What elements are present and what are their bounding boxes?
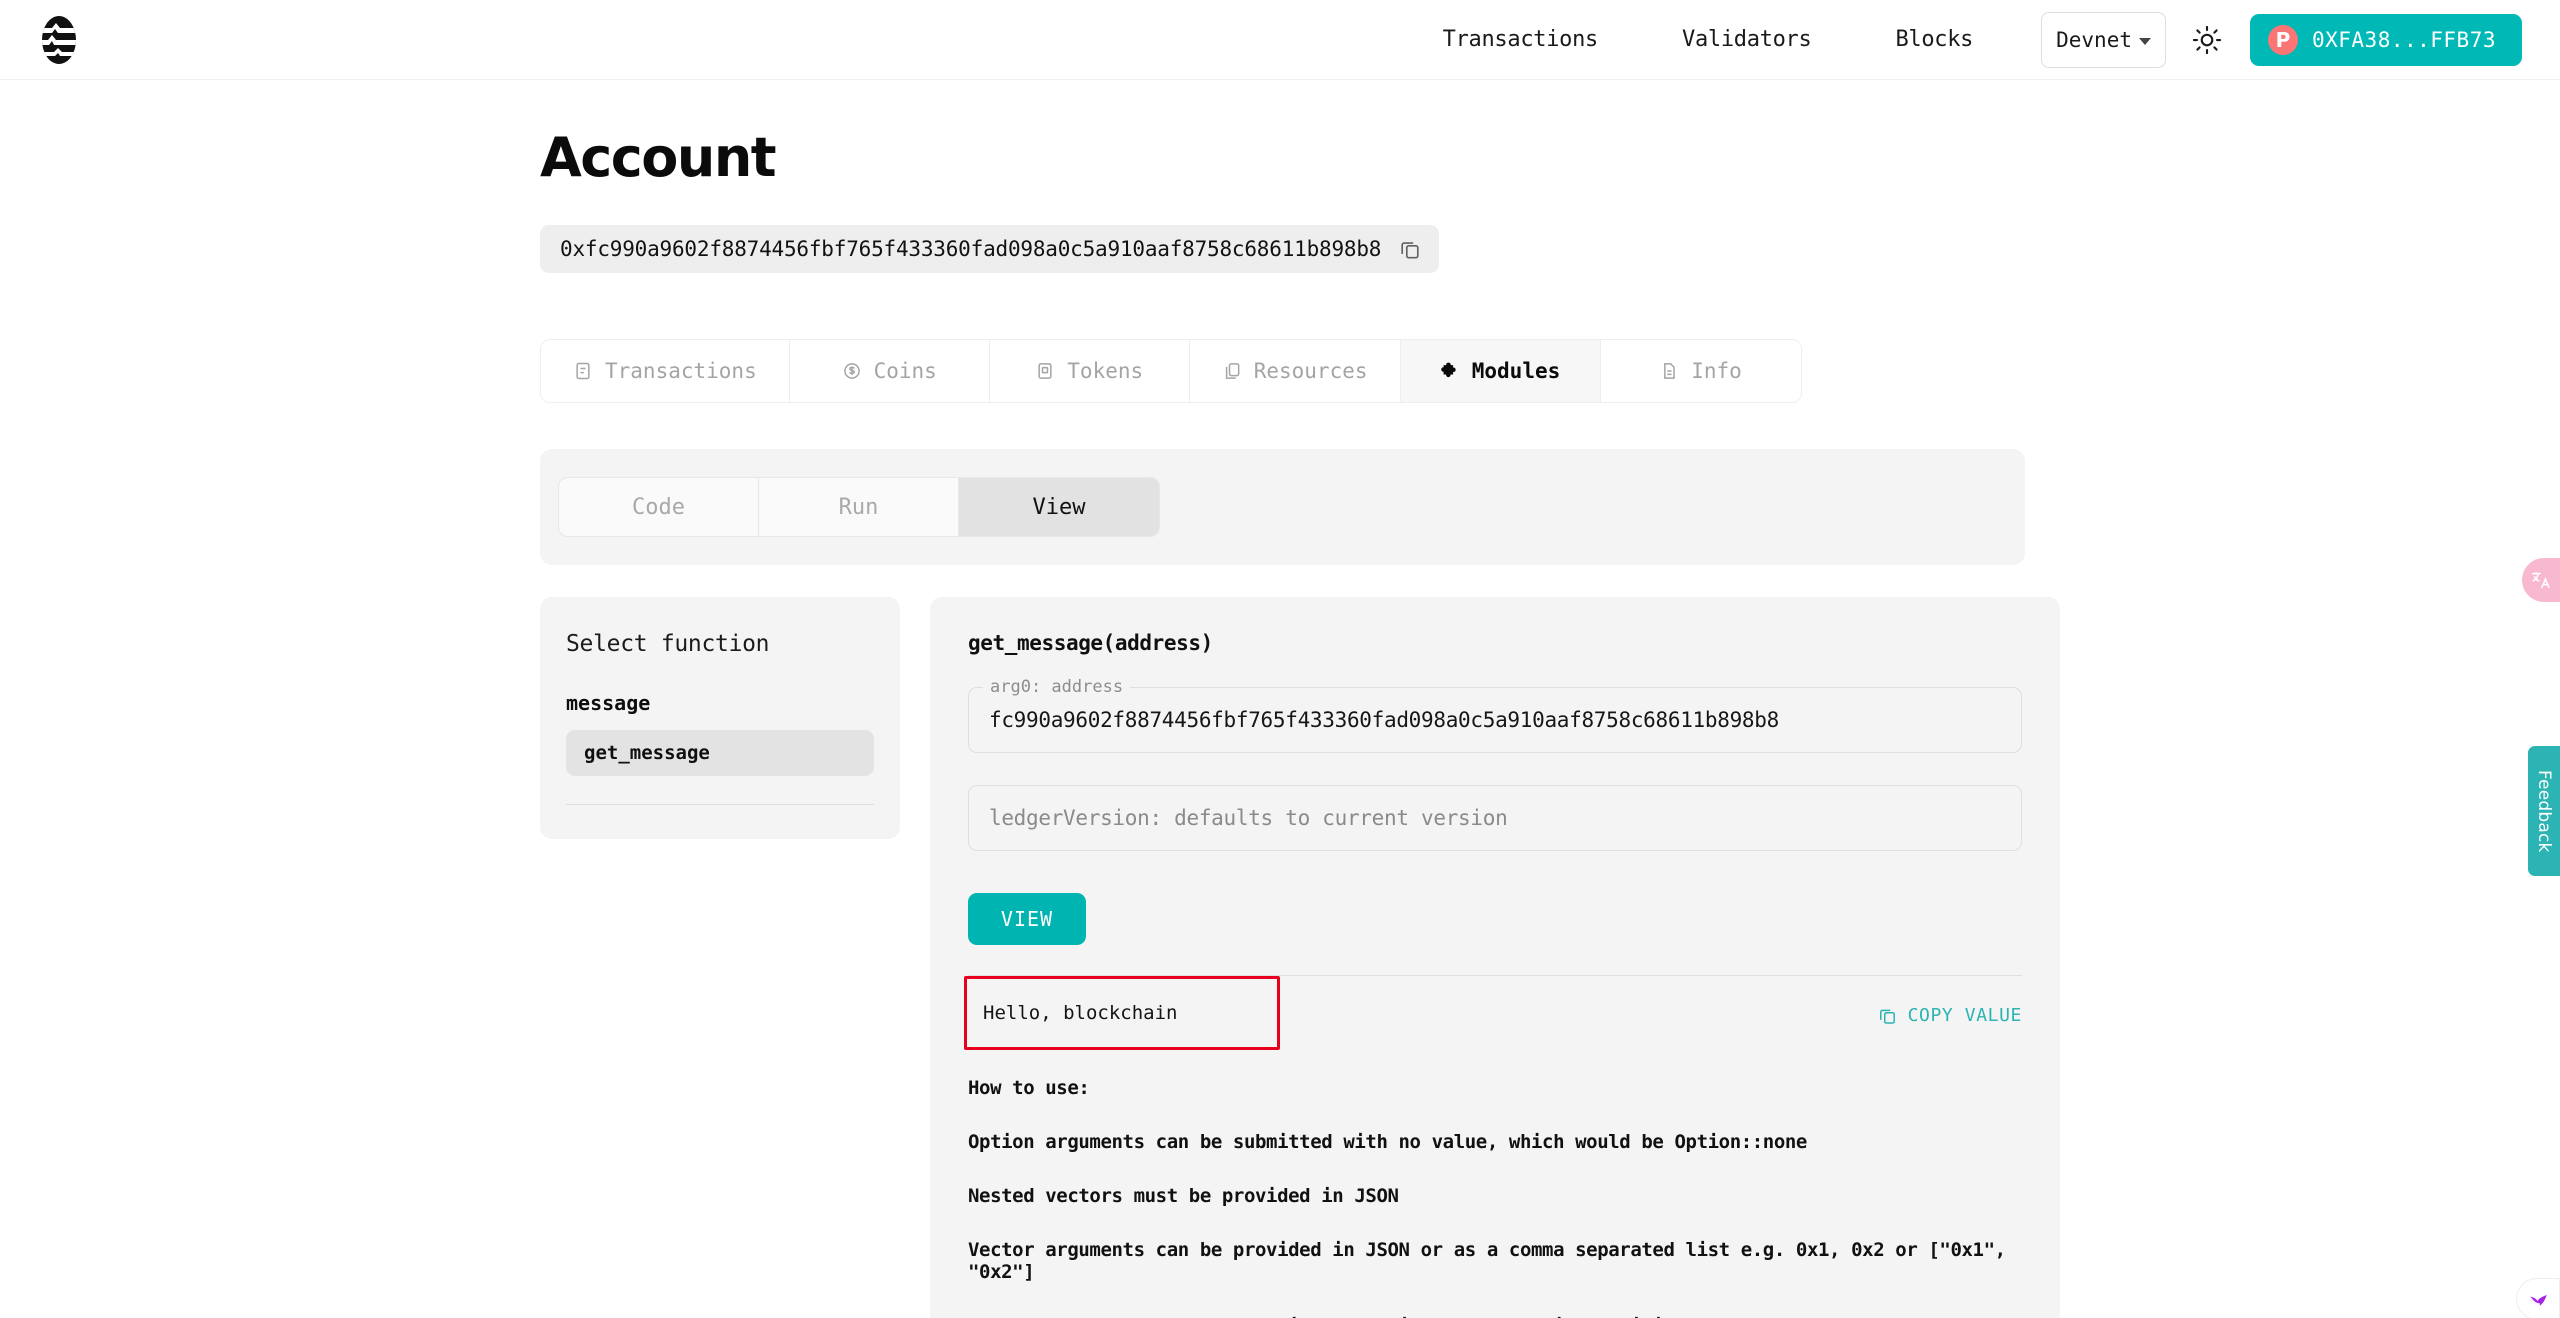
tab-resources-label: Resources bbox=[1253, 359, 1368, 383]
copy-icon bbox=[1879, 1009, 1895, 1024]
subtab-run[interactable]: Run bbox=[759, 478, 959, 536]
module-view-panel: Code Run View bbox=[540, 449, 2025, 565]
layers-icon bbox=[1225, 363, 1240, 379]
result-highlight-box: Hello, blockchain bbox=[964, 976, 1280, 1050]
feedback-tab[interactable]: Feedback bbox=[2528, 746, 2560, 876]
feedback-label: Feedback bbox=[2534, 769, 2554, 853]
arg0-field-legend: arg0: address bbox=[983, 677, 1131, 697]
ledger-version-field[interactable] bbox=[968, 785, 2022, 851]
howto-line-0: How to use: bbox=[968, 1077, 1090, 1099]
subtab-view[interactable]: View bbox=[959, 478, 1159, 536]
coin-icon bbox=[843, 363, 860, 379]
page-title: Account bbox=[540, 126, 777, 189]
account-tabs: Transactions Coins Tokens Resources Modu… bbox=[540, 339, 1802, 403]
tab-modules-label: Modules bbox=[1471, 359, 1561, 383]
function-list-divider bbox=[566, 804, 874, 805]
tab-modules[interactable]: Modules bbox=[1400, 340, 1601, 402]
module-name-label: message bbox=[566, 691, 651, 715]
arg0-input[interactable] bbox=[989, 708, 2001, 732]
network-selector[interactable]: Devnet bbox=[2041, 11, 2166, 68]
module-columns: Select function message get_message get_… bbox=[540, 597, 2060, 1318]
wallet-button[interactable]: P 0XFA38...FFB73 bbox=[2249, 13, 2522, 66]
result-row: Hello, blockchain COPY VALUE bbox=[964, 975, 2022, 1055]
puzzle-icon bbox=[1440, 362, 1456, 378]
bird-icon[interactable] bbox=[2516, 1278, 2560, 1318]
primary-nav: Transactions Validators Blocks bbox=[1401, 27, 2015, 52]
arg0-field[interactable]: arg0: address bbox=[968, 677, 2022, 753]
chevron-down-icon bbox=[2138, 37, 2151, 45]
content-container: Account 0xfc990a9602f8874456fbf765f43336… bbox=[540, 126, 2060, 1318]
petra-wallet-icon: P bbox=[2267, 24, 2298, 55]
token-icon bbox=[1038, 363, 1052, 379]
tab-resources[interactable]: Resources bbox=[1189, 340, 1401, 402]
copy-value-button[interactable]: COPY VALUE bbox=[1878, 1005, 2022, 1026]
select-function-title: Select function bbox=[566, 631, 770, 657]
howto-line-2: Nested vectors must be provided in JSON bbox=[968, 1185, 1399, 1207]
select-function-panel: Select function message get_message bbox=[540, 597, 900, 839]
subtab-code[interactable]: Code bbox=[559, 478, 759, 536]
howto-line-1: Option arguments can be submitted with n… bbox=[968, 1131, 1807, 1153]
tab-info-label: Info bbox=[1691, 359, 1742, 383]
tab-tokens-label: Tokens bbox=[1067, 359, 1144, 383]
sun-icon-glyph bbox=[2192, 25, 2222, 54]
bird-icon-glyph bbox=[2530, 1294, 2547, 1306]
nav-link-blocks[interactable]: Blocks bbox=[1853, 27, 2015, 52]
sun-icon[interactable] bbox=[2178, 11, 2236, 69]
wallet-address-label: 0XFA38...FFB73 bbox=[2311, 27, 2496, 52]
network-selector-label: Devnet bbox=[2056, 27, 2132, 52]
tab-coins-label: Coins bbox=[873, 359, 937, 383]
account-address-text: 0xfc990a9602f8874456fbf765f433360fad098a… bbox=[560, 237, 1382, 261]
nav-link-transactions[interactable]: Transactions bbox=[1401, 27, 1640, 52]
translate-icon[interactable] bbox=[2522, 558, 2560, 602]
tab-transactions-label: Transactions bbox=[605, 359, 757, 383]
copy-icon[interactable] bbox=[1399, 238, 1421, 260]
aptos-logo-glyph bbox=[42, 15, 76, 64]
function-signature: get_message(address) bbox=[968, 631, 1213, 655]
translate-icon-glyph bbox=[2531, 572, 2550, 589]
ledger-version-input[interactable] bbox=[989, 806, 2001, 830]
site-header: Transactions Validators Blocks Devnet P … bbox=[0, 0, 2560, 80]
howto-section: How to use: Option arguments can be subm… bbox=[968, 1077, 2022, 1318]
page-body: Account 0xfc990a9602f8874456fbf765f43336… bbox=[0, 126, 2560, 1318]
copy-value-label: COPY VALUE bbox=[1907, 1005, 2022, 1026]
module-subtabs: Code Run View bbox=[558, 477, 1160, 537]
document-icon bbox=[1664, 363, 1675, 379]
view-button[interactable]: VIEW bbox=[968, 893, 1086, 945]
list-icon bbox=[576, 362, 590, 380]
tab-tokens[interactable]: Tokens bbox=[989, 340, 1190, 402]
tab-transactions[interactable]: Transactions bbox=[541, 340, 790, 402]
function-item-get-message[interactable]: get_message bbox=[566, 730, 874, 776]
result-value: Hello, blockchain bbox=[983, 1002, 1178, 1024]
howto-line-3: Vector arguments can be provided in JSON… bbox=[968, 1239, 2006, 1283]
tab-coins[interactable]: Coins bbox=[789, 340, 990, 402]
aptos-logo-icon[interactable] bbox=[38, 11, 96, 69]
nav-link-validators[interactable]: Validators bbox=[1640, 27, 1853, 52]
tab-info[interactable]: Info bbox=[1600, 340, 1801, 402]
view-function-panel: get_message(address) arg0: address VIEW … bbox=[930, 597, 2060, 1318]
account-address-pill: 0xfc990a9602f8874456fbf765f433360fad098a… bbox=[540, 225, 1440, 273]
